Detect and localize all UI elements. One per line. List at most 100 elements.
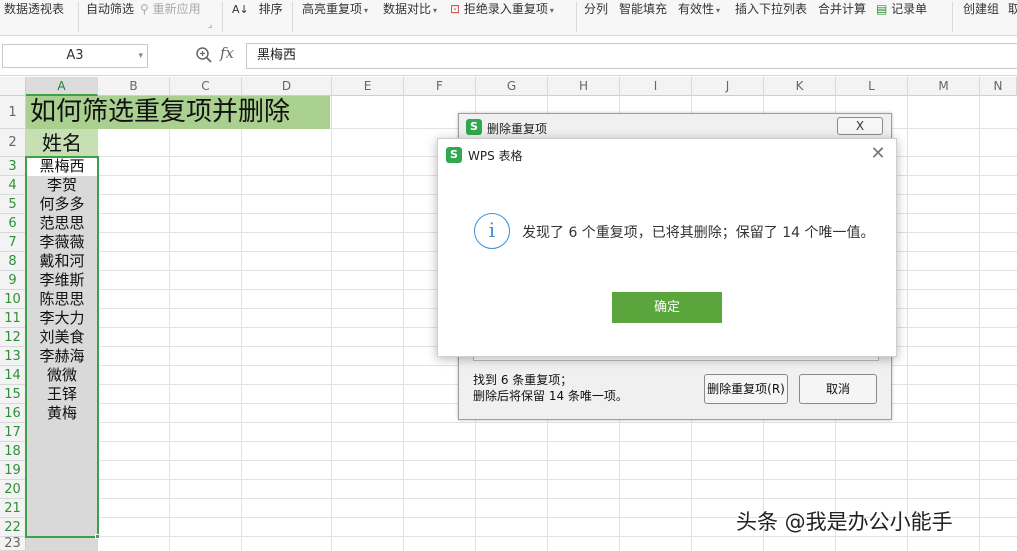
column-header-k[interactable]: K <box>764 77 836 96</box>
column-header-i[interactable]: I <box>620 77 692 96</box>
ribbon-separator <box>576 2 577 32</box>
chevron-down-icon: ▾ <box>716 6 721 15</box>
cancel-group-button[interactable]: 取 <box>1008 0 1017 18</box>
duplicate-info: 找到 6 条重复项； 删除后将保留 14 条唯一项。 <box>473 372 628 404</box>
selection-border <box>25 156 99 538</box>
chevron-down-icon[interactable]: ▾ <box>138 45 143 67</box>
row-header-10[interactable]: 10 <box>0 290 26 309</box>
sort-button[interactable]: A↓ 排序 <box>232 0 283 18</box>
grid-line <box>241 96 242 551</box>
row-header-7[interactable]: 7 <box>0 233 26 252</box>
grid-line <box>331 96 332 551</box>
row-header-1[interactable]: 1 <box>0 96 26 129</box>
auto-filter-button[interactable]: 自动筛选 <box>86 0 134 18</box>
reject-duplicates-button[interactable]: ⊡ 拒绝录入重复项 ▾ <box>450 0 554 18</box>
column-header-d[interactable]: D <box>242 77 332 96</box>
row-header-9[interactable]: 9 <box>0 271 26 290</box>
row-header-6[interactable]: 6 <box>0 214 26 233</box>
ribbon-toolbar: 数据透视表 自动筛选 ⚲ 重新应用 ⌟ A↓ 排序 高亮重复项 ▾ 数据对比 ▾ ⊡… <box>0 0 1017 36</box>
row-header-12[interactable]: 12 <box>0 328 26 347</box>
alert-title: WPS 表格 <box>468 149 523 163</box>
grid-line <box>26 479 1017 480</box>
split-column-button[interactable]: 分列 <box>584 0 608 18</box>
select-all-corner[interactable] <box>0 77 26 96</box>
row-header-22[interactable]: 22 <box>0 518 26 537</box>
highlight-duplicates-button[interactable]: 高亮重复项 ▾ <box>302 0 368 18</box>
sort-label: 排序 <box>258 2 283 16</box>
row-header-18[interactable]: 18 <box>0 442 26 461</box>
data-compare-label: 数据对比 <box>383 2 432 16</box>
reject-icon: ⊡ <box>450 2 461 16</box>
column-header-a[interactable]: A <box>26 77 98 96</box>
column-header-j[interactable]: J <box>692 77 764 96</box>
record-form-label: 记录单 <box>891 2 928 16</box>
remove-duplicates-button[interactable]: 删除重复项(R) <box>704 374 788 404</box>
row-header-20[interactable]: 20 <box>0 480 26 499</box>
column-header-m[interactable]: M <box>908 77 980 96</box>
watermark: 头条 @我是办公小能手 <box>736 510 953 534</box>
ribbon-separator <box>222 2 223 32</box>
record-form-button[interactable]: ▤ 记录单 <box>876 0 927 18</box>
column-header-f[interactable]: F <box>404 77 476 96</box>
highlight-duplicates-label: 高亮重复项 <box>302 2 363 16</box>
reapply-label: 重新应用 <box>152 2 201 16</box>
create-group-button[interactable]: 创建组 <box>963 0 999 18</box>
column-header-b[interactable]: B <box>98 77 170 96</box>
pivot-table-button[interactable]: 数据透视表 <box>4 0 64 18</box>
grid-line <box>26 460 1017 461</box>
data-compare-button[interactable]: 数据对比 ▾ <box>383 0 437 18</box>
column-header-e[interactable]: E <box>332 77 404 96</box>
title-cell[interactable]: 如何筛选重复项并删除 <box>26 96 330 129</box>
smart-fill-button[interactable]: 智能填充 <box>619 0 667 18</box>
formula-input[interactable]: 黑梅西 <box>246 43 1017 69</box>
consolidate-button[interactable]: 合并计算 <box>818 0 866 18</box>
row-header-15[interactable]: 15 <box>0 385 26 404</box>
column-header-n[interactable]: N <box>980 77 1017 96</box>
dialog-launcher-icon[interactable]: ⌟ <box>208 16 212 34</box>
row-header-2[interactable]: 2 <box>0 129 26 157</box>
row-header-23[interactable]: 23 <box>0 537 26 551</box>
column-header-c[interactable]: C <box>170 77 242 96</box>
chevron-down-icon: ▾ <box>364 6 369 15</box>
column-header-l[interactable]: L <box>836 77 908 96</box>
record-form-icon: ▤ <box>876 2 888 16</box>
row-header-13[interactable]: 13 <box>0 347 26 366</box>
row-header-4[interactable]: 4 <box>0 176 26 195</box>
grid-line <box>169 96 170 551</box>
row-header-21[interactable]: 21 <box>0 499 26 518</box>
column-header-g[interactable]: G <box>476 77 548 96</box>
row-header-3[interactable]: 3 <box>0 157 26 176</box>
sort-icon: A↓ <box>232 3 249 16</box>
ok-button[interactable]: 确定 <box>612 292 722 323</box>
row-header-14[interactable]: 14 <box>0 366 26 385</box>
cancel-button[interactable]: 取消 <box>799 374 877 404</box>
grid-line <box>26 422 1017 423</box>
dialog-title: 删除重复项 <box>487 122 548 136</box>
insert-dropdown-list-button[interactable]: 插入下拉列表 <box>735 0 807 18</box>
grid-line <box>26 536 1017 537</box>
header-cell[interactable]: 姓名 <box>26 129 98 157</box>
reapply-button[interactable]: ⚲ 重新应用 <box>140 0 201 18</box>
zoom-icon[interactable] <box>195 46 213 64</box>
grid-line <box>907 96 908 551</box>
ribbon-separator <box>78 2 79 32</box>
fx-icon[interactable]: fx <box>220 44 234 62</box>
name-box-value: A3 <box>66 48 84 63</box>
name-box[interactable]: A3 ▾ <box>2 44 148 68</box>
row-header-16[interactable]: 16 <box>0 404 26 423</box>
dialog-titlebar: S 删除重复项 X <box>459 114 891 140</box>
close-icon[interactable]: ✕ <box>868 144 888 164</box>
close-button[interactable]: X <box>837 117 883 135</box>
row-header-19[interactable]: 19 <box>0 461 26 480</box>
grid-line <box>979 96 980 551</box>
chevron-down-icon: ▾ <box>433 6 438 15</box>
row-header-5[interactable]: 5 <box>0 195 26 214</box>
row-header-17[interactable]: 17 <box>0 423 26 442</box>
fill-handle[interactable] <box>95 534 100 539</box>
row-header-8[interactable]: 8 <box>0 252 26 271</box>
grid-line <box>26 441 1017 442</box>
row-header-11[interactable]: 11 <box>0 309 26 328</box>
validation-button[interactable]: 有效性 ▾ <box>678 0 720 18</box>
wps-logo-icon: S <box>446 147 462 163</box>
column-header-h[interactable]: H <box>548 77 620 96</box>
